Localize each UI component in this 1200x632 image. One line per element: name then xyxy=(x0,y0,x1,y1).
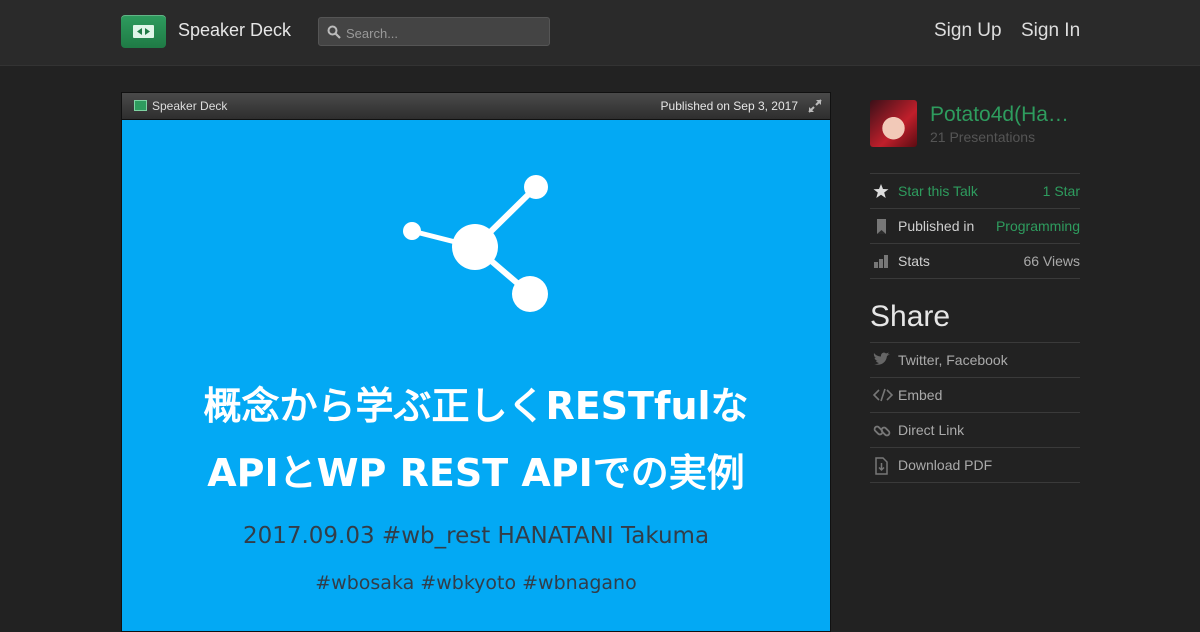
embed-label[interactable]: Embed xyxy=(898,387,942,403)
star-icon xyxy=(873,184,889,198)
embed-row[interactable]: Embed xyxy=(870,377,1080,412)
current-slide[interactable]: 概念から学ぶ正しくRESTfulな APIとWP REST APIでの実例 20… xyxy=(122,120,830,631)
speakerdeck-mini-icon xyxy=(134,100,147,111)
star-row[interactable]: Star this Talk 1 Star xyxy=(870,173,1080,208)
twitter-icon xyxy=(873,352,890,365)
share-heading: Share xyxy=(870,300,951,333)
view-count: 66 Views xyxy=(1023,253,1080,269)
player-toolbar: Speaker Deck Published on Sep 3, 2017 xyxy=(122,93,830,120)
stats-label: Stats xyxy=(898,253,930,269)
top-header: Speaker Deck Sign Up Sign In xyxy=(0,0,1200,66)
bar-chart-icon xyxy=(874,255,888,268)
divider xyxy=(870,278,1080,279)
author-name[interactable]: Potato4d(Ha… xyxy=(930,103,1069,127)
brand-name[interactable]: Speaker Deck xyxy=(178,20,291,41)
stats-row: Stats 66 Views xyxy=(870,243,1080,278)
share-social-label[interactable]: Twitter, Facebook xyxy=(898,352,1008,368)
author-presentation-count: 21 Presentations xyxy=(930,129,1036,145)
published-date: Published on Sep 3, 2017 xyxy=(660,99,798,113)
slide-title-line2: APIとWP REST APIでの実例 xyxy=(207,451,745,495)
sign-in-link[interactable]: Sign In xyxy=(1021,20,1080,42)
slide-title-line1: 概念から学ぶ正しくRESTfulな xyxy=(203,384,749,428)
search-box[interactable] xyxy=(318,17,550,46)
pdf-file-icon xyxy=(875,457,888,475)
published-in-row: Published in Programming xyxy=(870,208,1080,243)
network-graph-icon xyxy=(403,175,548,312)
player-brand[interactable]: Speaker Deck xyxy=(152,99,227,113)
author-avatar[interactable] xyxy=(870,100,917,147)
slide-tags: #wbosaka #wbkyoto #wbnagano xyxy=(315,572,637,594)
search-input[interactable] xyxy=(344,22,548,44)
download-pdf-label[interactable]: Download PDF xyxy=(898,457,992,473)
download-pdf-row[interactable]: Download PDF xyxy=(870,447,1080,482)
sign-up-link[interactable]: Sign Up xyxy=(934,20,1002,42)
code-icon xyxy=(873,388,893,402)
direct-link-row[interactable]: Direct Link xyxy=(870,412,1080,447)
star-label[interactable]: Star this Talk xyxy=(898,183,978,199)
star-count[interactable]: 1 Star xyxy=(1043,183,1080,199)
category-link[interactable]: Programming xyxy=(996,218,1080,234)
published-in-label: Published in xyxy=(898,218,975,234)
divider xyxy=(870,482,1080,483)
bookmark-icon xyxy=(877,219,886,234)
search-icon xyxy=(327,25,341,39)
slide-player: Speaker Deck Published on Sep 3, 2017 概念… xyxy=(121,92,831,632)
share-social-row[interactable]: Twitter, Facebook xyxy=(870,342,1080,377)
link-icon xyxy=(873,425,891,437)
speakerdeck-logo-icon[interactable] xyxy=(121,15,166,48)
fullscreen-icon[interactable] xyxy=(808,99,822,113)
slide-subtitle: 2017.09.03 #wb_rest HANATANI Takuma xyxy=(242,523,710,549)
direct-link-label[interactable]: Direct Link xyxy=(898,422,964,438)
